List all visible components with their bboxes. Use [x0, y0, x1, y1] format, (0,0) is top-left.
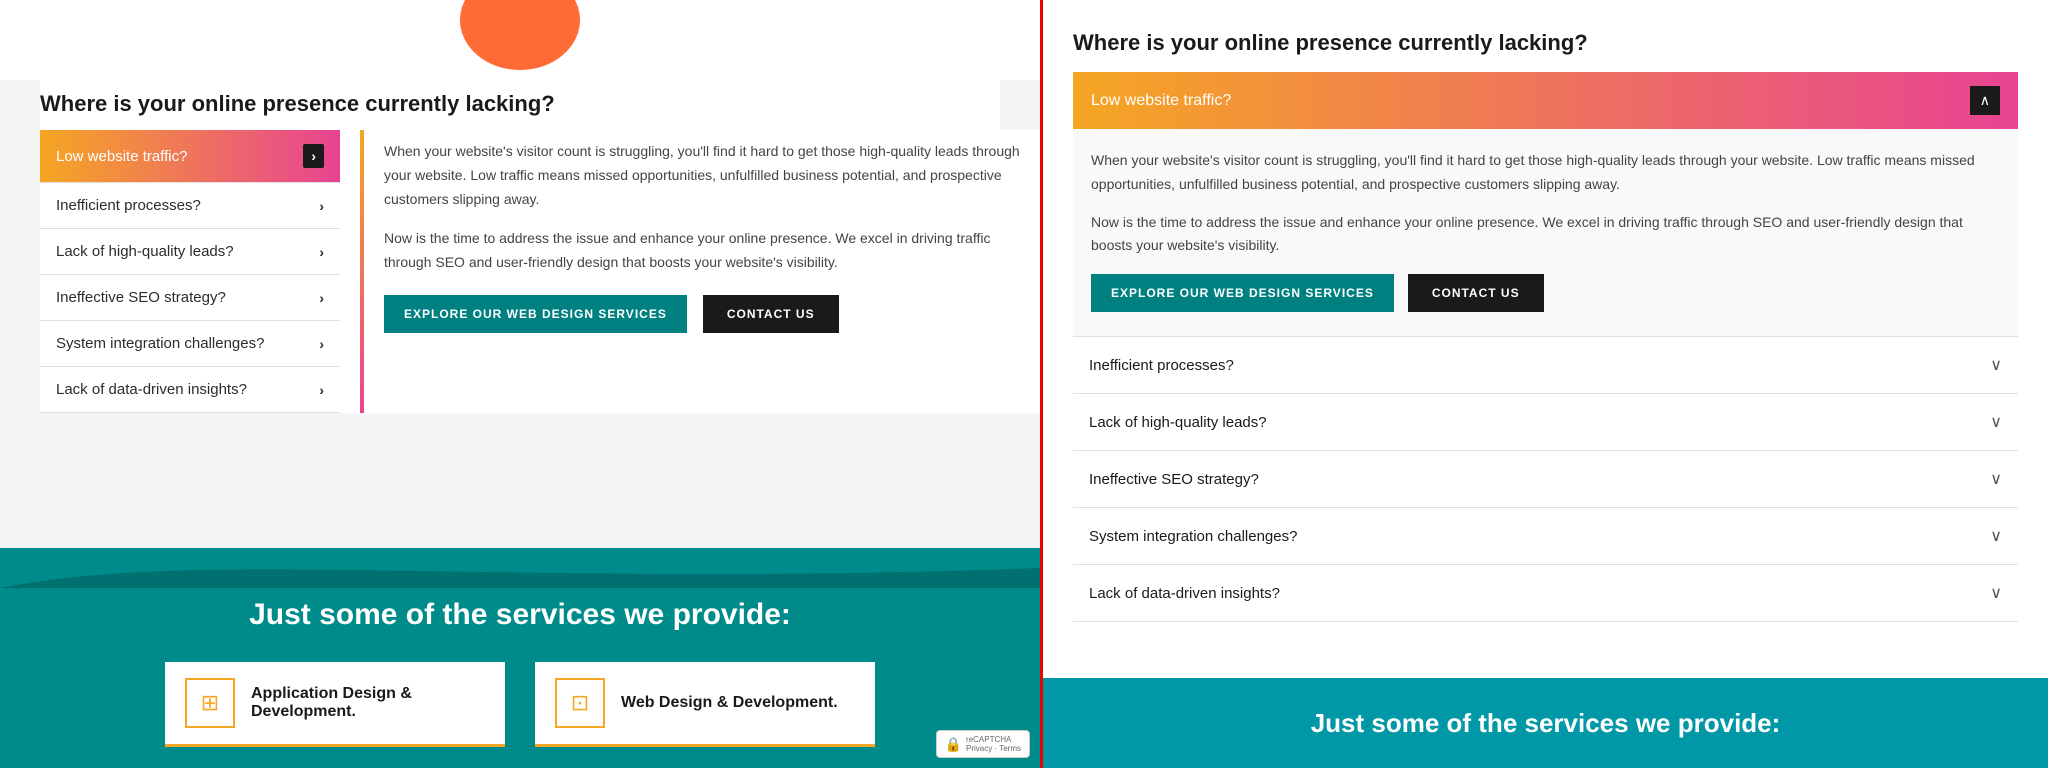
accordion-item-4[interactable]: System integration challenges? › — [40, 321, 340, 367]
chevron-icon-3: › — [319, 290, 324, 306]
right-expanded-content: When your website's visitor count is str… — [1073, 129, 2018, 337]
left-accordion-content: When your website's visitor count is str… — [384, 130, 1040, 413]
right-collapsed-header-0: Inefficient processes? ∨ — [1073, 337, 2018, 393]
accordion-item-header-2: Lack of high-quality leads? › — [40, 229, 340, 274]
right-panel: Where is your online presence currently … — [1040, 0, 2048, 768]
accordion-label-4: System integration challenges? — [56, 335, 264, 352]
accordion-item-1[interactable]: Inefficient processes? › — [40, 183, 340, 229]
accordion-item-2[interactable]: Lack of high-quality leads? › — [40, 229, 340, 275]
service-icon-0: ⊞ — [185, 678, 235, 728]
left-accordion-list: Low website traffic? › Inefficient proce… — [40, 130, 340, 413]
chevron-icon-1: › — [319, 198, 324, 214]
right-content-para-1: When your website's visitor count is str… — [1091, 149, 2000, 197]
service-icon-1: ⊡ — [555, 678, 605, 728]
chevron-icon-4: › — [319, 336, 324, 352]
right-collapsed-3[interactable]: System integration challenges? ∨ — [1073, 508, 2018, 565]
right-collapsed-label-0: Inefficient processes? — [1089, 357, 1234, 374]
right-contact-us-button[interactable]: CONTACT US — [1408, 274, 1544, 312]
right-collapsed-2[interactable]: Ineffective SEO strategy? ∨ — [1073, 451, 2018, 508]
right-collapsed-0[interactable]: Inefficient processes? ∨ — [1073, 337, 2018, 394]
right-collapsed-label-4: Lack of data-driven insights? — [1089, 585, 1280, 602]
chevron-up-icon: ∧ — [1970, 86, 2000, 115]
service-card-title-0: Application Design & Development. — [251, 685, 485, 721]
service-card-0: ⊞ Application Design & Development. — [165, 662, 505, 747]
right-content-para-2: Now is the time to address the issue and… — [1091, 211, 2000, 259]
accordion-item-3[interactable]: Ineffective SEO strategy? › — [40, 275, 340, 321]
right-content: Where is your online presence currently … — [1043, 0, 2048, 622]
chevron-down-icon-3: ∨ — [1990, 526, 2002, 546]
right-btn-row: EXPLORE OUR WEB DESIGN SERVICES CONTACT … — [1091, 274, 2000, 312]
left-panel: Where is your online presence currently … — [0, 0, 1040, 768]
accordion-label-2: Lack of high-quality leads? — [56, 243, 234, 260]
chevron-down-icon-0: ∨ — [1990, 355, 2002, 375]
left-main-area: Low website traffic? › Inefficient proce… — [40, 130, 1040, 413]
right-collapsed-1[interactable]: Lack of high-quality leads? ∨ — [1073, 394, 2018, 451]
accordion-item-header-4: System integration challenges? › — [40, 321, 340, 366]
right-collapsed-header-1: Lack of high-quality leads? ∨ — [1073, 394, 2018, 450]
service-card-1: ⊡ Web Design & Development. — [535, 662, 875, 747]
right-services-title: Just some of the services we provide: — [1311, 708, 1781, 739]
services-row: ⊞ Application Design & Development. ⊡ We… — [0, 662, 1040, 747]
right-collapsed-label-3: System integration challenges? — [1089, 528, 1297, 545]
right-collapsed-label-2: Ineffective SEO strategy? — [1089, 471, 1259, 488]
right-teal-section: Just some of the services we provide: — [1043, 678, 2048, 768]
right-accordion-active[interactable]: Low website traffic? ∧ — [1073, 72, 2018, 129]
service-card-title-1: Web Design & Development. — [621, 694, 838, 712]
chevron-down-icon-2: ∨ — [1990, 469, 2002, 489]
teal-wave-svg — [0, 548, 1040, 588]
right-collapsed-header-4: Lack of data-driven insights? ∨ — [1073, 565, 2018, 621]
right-collapsed-4[interactable]: Lack of data-driven insights? ∨ — [1073, 565, 2018, 622]
chevron-icon-2: › — [319, 244, 324, 260]
chevron-icon-5: › — [319, 382, 324, 398]
chevron-right-icon: › — [303, 144, 324, 168]
accordion-item-header-active: Low website traffic? › — [40, 130, 340, 182]
accordion-item-header-1: Inefficient processes? › — [40, 183, 340, 228]
accordion-item-5[interactable]: Lack of data-driven insights? › — [40, 367, 340, 413]
teal-section-left: Just some of the services we provide: ⊞ … — [0, 548, 1040, 768]
accordion-item-active[interactable]: Low website traffic? › — [40, 130, 340, 183]
chevron-down-icon-4: ∨ — [1990, 583, 2002, 603]
left-section-title: Where is your online presence currently … — [40, 91, 1000, 117]
chevron-down-icon-1: ∨ — [1990, 412, 2002, 432]
recaptcha-badge: 🔒 reCAPTCHAPrivacy · Terms — [936, 730, 1030, 758]
contact-us-button-left[interactable]: CONTACT US — [703, 295, 839, 333]
accordion-item-header-3: Ineffective SEO strategy? › — [40, 275, 340, 320]
accordion-label-1: Inefficient processes? — [56, 197, 201, 214]
right-wave-svg — [1043, 678, 2048, 708]
accordion-divider — [360, 130, 364, 413]
recaptcha-icon: 🔒 — [945, 736, 962, 753]
right-collapsed-label-1: Lack of high-quality leads? — [1089, 414, 1267, 431]
accordion-item-header-5: Lack of data-driven insights? › — [40, 367, 340, 412]
accordion-label-5: Lack of data-driven insights? — [56, 381, 247, 398]
right-explore-services-button[interactable]: EXPLORE OUR WEB DESIGN SERVICES — [1091, 274, 1394, 312]
right-section-title: Where is your online presence currently … — [1073, 30, 2018, 56]
content-para-2: Now is the time to address the issue and… — [384, 227, 1020, 275]
explore-services-button[interactable]: EXPLORE OUR WEB DESIGN SERVICES — [384, 295, 687, 333]
content-para-1: When your website's visitor count is str… — [384, 140, 1020, 211]
recaptcha-text: reCAPTCHAPrivacy · Terms — [966, 735, 1021, 753]
accordion-label-3: Ineffective SEO strategy? — [56, 289, 226, 306]
right-active-label: Low website traffic? — [1091, 92, 1231, 110]
right-collapsed-header-2: Ineffective SEO strategy? ∨ — [1073, 451, 2018, 507]
left-btn-row: EXPLORE OUR WEB DESIGN SERVICES CONTACT … — [384, 295, 1020, 333]
accordion-label-active: Low website traffic? — [56, 148, 187, 165]
right-collapsed-header-3: System integration challenges? ∨ — [1073, 508, 2018, 564]
